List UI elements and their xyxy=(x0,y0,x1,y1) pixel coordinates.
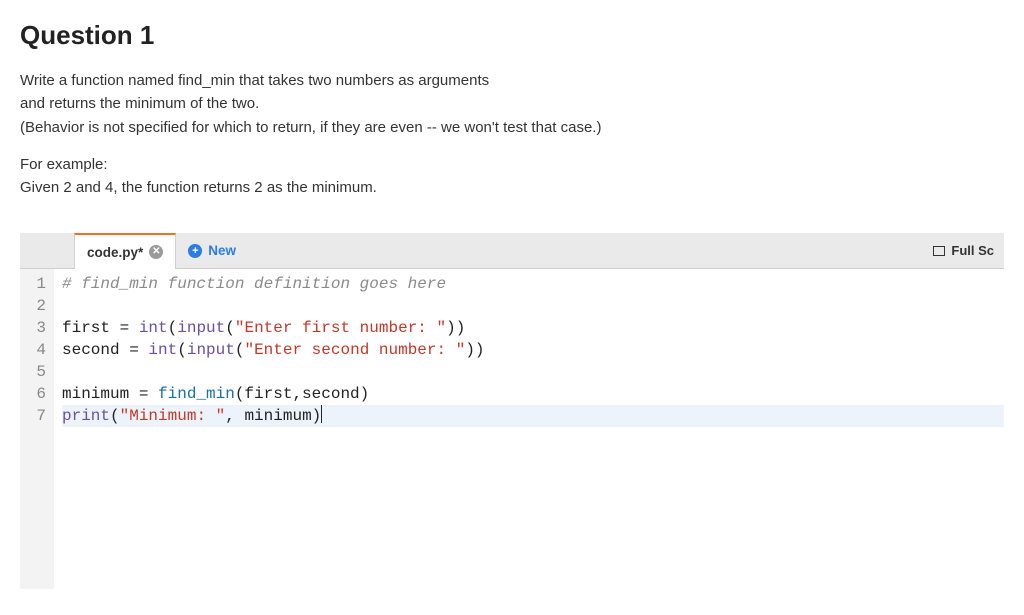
line-number: 2 xyxy=(24,295,46,317)
code-content[interactable]: # find_min function definition goes here… xyxy=(54,269,1004,589)
line-number: 1 xyxy=(24,273,46,295)
code-area[interactable]: 1 2 3 4 5 6 7 # find_min function defini… xyxy=(20,269,1004,589)
code-line xyxy=(62,361,1004,383)
code-line: second = int(input("Enter second number:… xyxy=(62,339,1004,361)
question-prompt: Write a function named find_min that tak… xyxy=(20,69,1004,199)
code-line: minimum = find_min(first,second) xyxy=(62,383,1004,405)
fullscreen-icon xyxy=(933,246,945,256)
page-title: Question 1 xyxy=(20,20,1004,51)
prompt-line: and returns the minimum of the two. xyxy=(20,92,1004,115)
prompt-line: Write a function named find_min that tak… xyxy=(20,69,1004,92)
line-gutter: 1 2 3 4 5 6 7 xyxy=(20,269,54,589)
line-number: 6 xyxy=(24,383,46,405)
line-number: 5 xyxy=(24,361,46,383)
line-number: 3 xyxy=(24,317,46,339)
fullscreen-label: Full Sc xyxy=(951,243,994,258)
tab-label: code.py* xyxy=(87,245,143,260)
text-cursor xyxy=(321,405,322,423)
prompt-line: For example: xyxy=(20,153,1004,176)
code-line: print("Minimum: ", minimum) xyxy=(62,405,1004,427)
tab-code-py[interactable]: code.py* ✕ xyxy=(74,233,176,269)
prompt-line: (Behavior is not specified for which to … xyxy=(20,116,1004,139)
plus-icon: + xyxy=(188,244,202,258)
prompt-line: Given 2 and 4, the function returns 2 as… xyxy=(20,176,1004,199)
code-editor: code.py* ✕ + New Full Sc 1 2 3 4 5 6 7 xyxy=(20,233,1004,589)
line-number: 7 xyxy=(24,405,46,427)
close-icon[interactable]: ✕ xyxy=(149,245,163,259)
code-line xyxy=(62,295,1004,317)
editor-tabbar: code.py* ✕ + New Full Sc xyxy=(20,233,1004,269)
code-line: # find_min function definition goes here xyxy=(62,273,1004,295)
fullscreen-button[interactable]: Full Sc xyxy=(927,233,1004,268)
code-line: first = int(input("Enter first number: "… xyxy=(62,317,1004,339)
new-tab-button[interactable]: + New xyxy=(176,233,248,268)
new-tab-label: New xyxy=(208,243,236,258)
line-number: 4 xyxy=(24,339,46,361)
